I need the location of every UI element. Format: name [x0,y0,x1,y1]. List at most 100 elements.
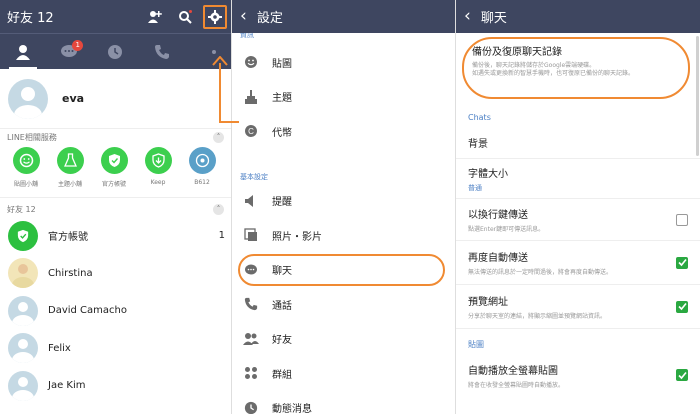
friends-panel: 好友 12 1 eva LINE相關服務 ˄ 貼圖小舖 主題小舖 官方帳號 Ke… [0,0,231,414]
flask-icon [56,147,84,174]
annotation-arrow-tail [219,121,231,123]
settings-item-chats[interactable]: 聊天 [232,253,455,288]
autoplay-checkbox[interactable] [676,369,688,381]
annotation-arrowhead-icon [212,56,228,66]
enter-send-desc: 點選Enter鍵即可傳送訊息。 [468,226,545,233]
settings-item-groups[interactable]: 群組 [232,356,455,391]
section-basic-label: 基本設定 [240,172,268,181]
auto-resend-label: 再度自動傳送 [468,253,528,264]
tab-timeline[interactable] [95,34,135,70]
annotation-arrow [219,63,221,123]
tab-chats[interactable]: 1 [49,34,89,70]
auto-resend-checkbox[interactable] [676,256,688,269]
back-arrow-icon[interactable]: ‹ [464,8,471,25]
tab-calls[interactable] [142,34,182,70]
services-header-label: LINE相關服務 [7,132,57,142]
tab-friends[interactable] [3,34,43,70]
avatar [8,370,38,401]
enter-send-item[interactable]: 以換行鍵傳送 點選Enter鍵即可傳送訊息。 [456,199,700,241]
collapse-icon[interactable]: ˄ [213,203,224,215]
font-size-item[interactable]: 字體大小 普通 [456,159,700,199]
clock-icon [108,44,123,59]
add-friend-icon[interactable] [143,5,167,29]
phone-icon [154,44,169,59]
background-label: 背景 [468,139,488,150]
download-shield-icon [144,147,172,174]
url-preview-label: 預覽網址 [468,297,508,308]
section-chats-label: Chats [468,113,491,122]
avatar [8,258,38,289]
group-icon [242,364,260,382]
collapse-icon[interactable]: ˄ [213,131,224,143]
settings-item-label: 代幣 [272,127,292,139]
friend-row[interactable]: Jae Kim [0,367,231,405]
enter-send-checkbox[interactable] [676,213,688,226]
settings-item-photos[interactable]: 照片・影片 [232,218,455,253]
url-preview-checkbox[interactable] [676,300,688,313]
friends-icon [242,330,260,348]
clock-icon [242,399,260,414]
service-label: 官方帳號 [101,181,126,188]
settings-item-label: 貼圖 [272,58,292,70]
friend-row[interactable]: Felix [0,330,231,368]
friend-row[interactable]: Chirstina [0,255,231,293]
background-item[interactable]: 背景 [456,127,700,159]
service-item[interactable]: B612 [180,147,224,197]
check-icon [677,258,687,267]
backup-restore-item[interactable]: 備份及復原聊天記錄 備份後，聊天記錄將儲存於Google雲端硬碟。 如遇失或更換… [462,37,690,99]
back-arrow-icon[interactable]: ‹ [240,8,247,25]
avatar [8,333,38,364]
person-icon [16,44,31,60]
service-item[interactable]: 主題小舖 [48,147,92,197]
smile-icon [12,147,40,174]
avatar [8,295,38,326]
friends-header: 好友 12 ˄ [0,201,231,217]
b612-icon [188,147,216,174]
friends-title: 好友 12 [7,11,54,26]
unread-badge: 1 [72,39,84,51]
settings-item-themes[interactable]: 主題 [232,80,455,115]
search-icon[interactable] [173,5,197,29]
settings-title: 設定 [256,11,283,26]
settings-item-coins[interactable]: C 代幣 [232,114,455,149]
photo-icon [242,226,260,244]
url-preview-desc: 分享於聊天室的連結，將顯示縮圖並預覽網站資訊。 [468,313,607,320]
avatar [8,78,48,119]
friend-count: 1 [218,230,225,242]
settings-item-label: 好友 [272,335,292,347]
enter-send-label: 以換行鍵傳送 [468,210,528,221]
settings-item-calls[interactable]: 通話 [232,287,455,322]
settings-item-timeline[interactable]: 動態消息 [232,391,455,414]
service-item[interactable]: 貼圖小舖 [4,147,48,197]
backup-desc: 備份後，聊天記錄將儲存於Google雲端硬碟。 [472,62,596,69]
settings-item-label: 照片・影片 [272,231,322,243]
settings-panel: ‹ 設定 資訊 貼圖 主題 C 代幣 基本設定 提醒 照片・影片 聊天 通話 好… [231,0,455,414]
friend-row[interactable]: David Camacho [0,292,231,330]
settings-topbar: ‹ 設定 [232,0,455,33]
settings-item-friends[interactable]: 好友 [232,322,455,357]
url-preview-item[interactable]: 預覽網址 分享於聊天室的連結，將顯示縮圖並預覽網站資訊。 [456,285,700,329]
annotation-arrow-tail [231,121,239,123]
auto-resend-item[interactable]: 再度自動傳送 無法傳送的訊息於一定時間過後，將會再度自動傳送。 [456,241,700,285]
chat-title: 聊天 [480,11,507,26]
settings-item-label: 提醒 [272,197,292,209]
phone-icon [242,295,260,313]
settings-item-notifications[interactable]: 提醒 [232,184,455,219]
my-profile[interactable]: eva [0,69,231,129]
friend-row[interactable]: 官方帳號 1 [0,217,231,255]
profile-name: eva [62,92,85,105]
service-item[interactable]: Keep [136,147,180,197]
backup-title: 備份及復原聊天記錄 [472,47,562,58]
settings-item-stickers[interactable]: 貼圖 [232,45,455,80]
friend-name: Felix [48,342,71,354]
friend-name: Chirstina [48,267,93,279]
cut-section-label: 資訊 [240,33,254,39]
friends-topbar: 好友 12 [0,0,231,33]
service-item[interactable]: 官方帳號 [92,147,136,197]
autoplay-item[interactable]: 自動播放全螢幕貼圖 將會在收發全螢幕貼圖時自動播放。 [456,355,700,395]
settings-gear-icon[interactable] [203,4,227,29]
service-label: 主題小舖 [57,181,82,188]
smile-icon [242,53,260,71]
chat-settings-panel: ‹ 聊天 備份及復原聊天記錄 備份後，聊天記錄將儲存於Google雲端硬碟。 如… [455,0,700,414]
